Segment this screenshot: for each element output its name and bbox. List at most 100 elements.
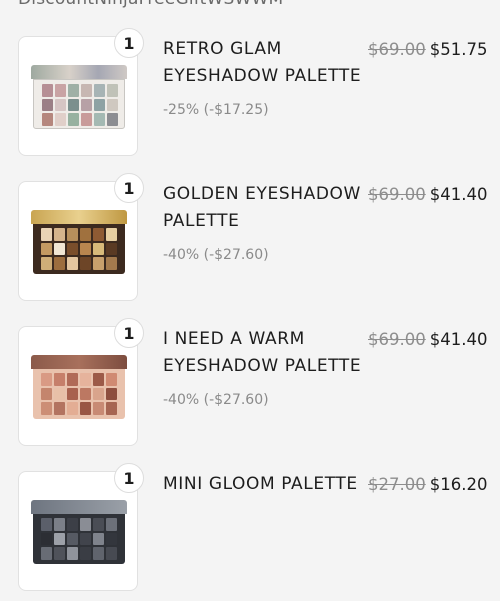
eyeshadow-swatch (81, 113, 92, 126)
eyeshadow-swatch (106, 547, 117, 560)
eyeshadow-swatch (106, 228, 117, 241)
eyeshadow-swatch (106, 257, 117, 270)
eyeshadow-swatch (106, 518, 117, 531)
eyeshadow-swatch (41, 518, 52, 531)
product-name[interactable]: RETRO GLAM EYESHADOW PALETTE (163, 36, 363, 90)
cart-item-retro-glam[interactable]: 1 RETRO GLAM EYESHADOW PALETTE $69.00 $51… (0, 28, 500, 166)
eyeshadow-swatch (80, 257, 91, 270)
eyeshadow-swatch (54, 547, 65, 560)
eyeshadow-swatch (41, 387, 52, 401)
eyeshadow-swatch (67, 373, 78, 386)
eyeshadow-swatch (41, 373, 52, 386)
eyeshadow-swatch (67, 387, 78, 401)
palette-image (31, 500, 127, 564)
eyeshadow-swatch (68, 84, 79, 97)
discount-label: -40% (-$27.60) (163, 247, 269, 263)
cart-item-golden[interactable]: 1 GOLDEN EYESHADOW PALETTE $69.00 $41.40 … (0, 173, 500, 311)
eyeshadow-swatch (93, 373, 104, 386)
eyeshadow-swatch (41, 532, 52, 546)
eyeshadow-swatch (41, 547, 52, 560)
eyeshadow-swatch (41, 402, 52, 415)
eyeshadow-swatch (55, 84, 66, 97)
eyeshadow-swatch (93, 257, 104, 270)
discount-label: -40% (-$27.60) (163, 392, 269, 408)
eyeshadow-swatch (106, 373, 117, 386)
eyeshadow-swatch (106, 387, 117, 401)
eyeshadow-swatch (54, 532, 65, 546)
original-price: $69.00 (368, 330, 426, 349)
eyeshadow-swatch (93, 242, 104, 256)
eyeshadow-swatch (93, 228, 104, 241)
eyeshadow-swatch (80, 532, 91, 546)
eyeshadow-swatch (94, 98, 105, 112)
sale-price: $51.75 (429, 40, 488, 59)
eyeshadow-swatch (68, 113, 79, 126)
eyeshadow-swatch (67, 402, 78, 415)
eyeshadow-swatch (54, 402, 65, 415)
eyeshadow-swatch (67, 518, 78, 531)
price-group: $69.00 $41.40 (368, 326, 487, 353)
eyeshadow-swatch (93, 547, 104, 560)
eyeshadow-swatch (94, 84, 105, 97)
eyeshadow-swatch (67, 228, 78, 241)
sale-price: $41.40 (429, 330, 488, 349)
eyeshadow-swatch (80, 373, 91, 386)
eyeshadow-swatch (54, 228, 65, 241)
eyeshadow-swatch (106, 532, 117, 546)
quantity-badge: 1 (114, 28, 144, 58)
eyeshadow-swatch (55, 98, 66, 112)
eyeshadow-swatch (54, 257, 65, 270)
eyeshadow-swatch (42, 98, 53, 112)
eyeshadow-swatch (80, 518, 91, 531)
eyeshadow-swatch (107, 84, 118, 97)
eyeshadow-swatch (93, 387, 104, 401)
quantity-badge: 1 (114, 318, 144, 348)
eyeshadow-swatch (41, 242, 52, 256)
eyeshadow-swatch (55, 113, 66, 126)
palette-image (31, 210, 127, 274)
eyeshadow-swatch (81, 84, 92, 97)
eyeshadow-swatch (54, 373, 65, 386)
eyeshadow-swatch (80, 242, 91, 256)
eyeshadow-swatch (68, 98, 79, 112)
product-name[interactable]: GOLDEN EYESHADOW PALETTE (163, 181, 363, 235)
original-price: $27.00 (368, 475, 426, 494)
eyeshadow-swatch (80, 228, 91, 241)
price-group: $69.00 $41.40 (368, 181, 487, 208)
cart-item-warm[interactable]: 1 I NEED A WARM EYESHADOW PALETTE $69.00… (0, 318, 500, 456)
eyeshadow-swatch (106, 242, 117, 256)
sale-price: $41.40 (429, 185, 488, 204)
discount-code-fragment: DiscountNinjaFreeGiftWSWWM (18, 0, 283, 9)
eyeshadow-swatch (54, 242, 65, 256)
discount-label: -25% (-$17.25) (163, 102, 269, 118)
eyeshadow-swatch (54, 387, 65, 401)
quantity-badge: 1 (114, 173, 144, 203)
eyeshadow-swatch (93, 518, 104, 531)
product-name[interactable]: I NEED A WARM EYESHADOW PALETTE (163, 326, 363, 380)
eyeshadow-swatch (67, 242, 78, 256)
eyeshadow-swatch (93, 532, 104, 546)
eyeshadow-swatch (41, 228, 52, 241)
eyeshadow-swatch (93, 402, 104, 415)
product-name[interactable]: MINI GLOOM PALETTE (163, 471, 363, 498)
original-price: $69.00 (368, 185, 426, 204)
eyeshadow-swatch (41, 257, 52, 270)
palette-image (31, 355, 127, 419)
palette-image (31, 65, 127, 129)
cart-item-mini-gloom[interactable]: 1 MINI GLOOM PALETTE $27.00 $16.20 (0, 463, 500, 601)
eyeshadow-swatch (107, 98, 118, 112)
eyeshadow-swatch (54, 518, 65, 531)
quantity-badge: 1 (114, 463, 144, 493)
eyeshadow-swatch (106, 402, 117, 415)
eyeshadow-swatch (107, 113, 118, 126)
sale-price: $16.20 (429, 475, 488, 494)
original-price: $69.00 (368, 40, 426, 59)
eyeshadow-swatch (80, 547, 91, 560)
eyeshadow-swatch (67, 257, 78, 270)
eyeshadow-swatch (42, 84, 53, 97)
eyeshadow-swatch (67, 532, 78, 546)
eyeshadow-swatch (42, 113, 53, 126)
eyeshadow-swatch (80, 402, 91, 415)
price-group: $27.00 $16.20 (368, 471, 487, 498)
eyeshadow-swatch (94, 113, 105, 126)
